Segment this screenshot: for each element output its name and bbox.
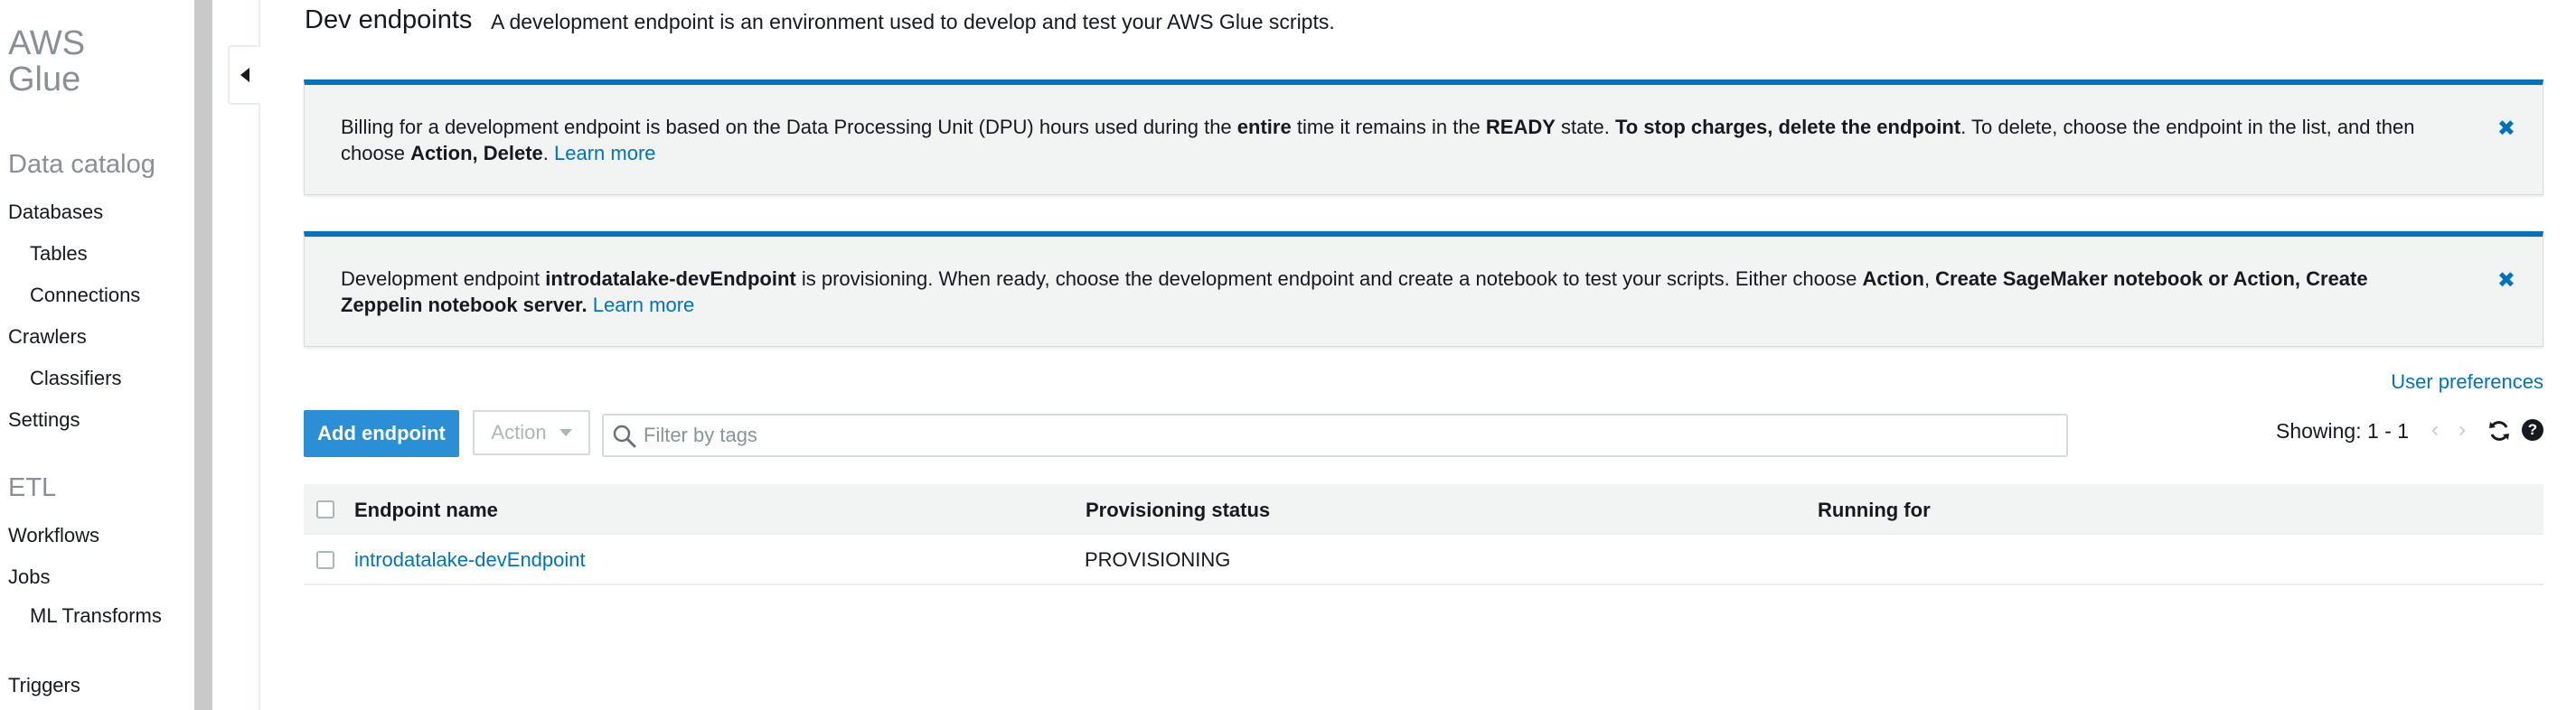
- collapse-sidebar-button[interactable]: [228, 45, 260, 105]
- row-checkbox[interactable]: [316, 551, 334, 569]
- aws-glue-logo[interactable]: AWS Glue: [8, 25, 85, 98]
- brand-line-1: AWS: [8, 24, 86, 62]
- column-header-provisioning-status[interactable]: Provisioning status: [1086, 499, 1270, 522]
- search-icon: [613, 425, 636, 448]
- section-title-etl: ETL: [8, 473, 57, 502]
- alert-text-bold: Action: [1862, 267, 1924, 290]
- alert-text-bold: Action, Delete: [410, 142, 543, 164]
- alert-text-part: ,: [1923, 267, 1936, 290]
- section-title-data-catalog: Data catalog: [8, 150, 155, 179]
- sidebar-item-triggers[interactable]: Triggers: [8, 674, 80, 697]
- refresh-icon[interactable]: [2487, 419, 2511, 443]
- help-icon[interactable]: ?: [2522, 419, 2543, 441]
- sidebar-item-classifiers[interactable]: Classifiers: [30, 367, 121, 390]
- alert-text-part: .: [542, 142, 554, 164]
- alert-text-part: Billing for a development endpoint is ba…: [341, 116, 1237, 138]
- sidebar-item-databases[interactable]: Databases: [8, 201, 103, 224]
- billing-alert-text: Billing for a development endpoint is ba…: [341, 114, 2420, 166]
- pagination-showing-text: Showing: 1 - 1: [2276, 419, 2410, 443]
- table-header: Endpoint name Provisioning status Runnin…: [304, 484, 2543, 535]
- provisioning-status-cell: PROVISIONING: [1085, 548, 1231, 571]
- alert-text-part: time it remains in the: [1291, 116, 1486, 138]
- billing-learn-more-link[interactable]: Learn more: [554, 142, 656, 164]
- sidebar-item-ml-transforms[interactable]: ML Transforms: [30, 603, 165, 629]
- sidebar-item-jobs[interactable]: Jobs: [8, 565, 50, 589]
- alert-text-part: Development endpoint: [341, 267, 546, 290]
- brand-line-2: Glue: [8, 61, 81, 98]
- action-dropdown-button[interactable]: Action: [473, 410, 590, 455]
- user-preferences-link[interactable]: User preferences: [2391, 370, 2543, 394]
- alert-text-part: is provisioning. When ready, choose the …: [795, 267, 1863, 290]
- action-label: Action: [491, 421, 547, 444]
- endpoints-table: Endpoint name Provisioning status Runnin…: [304, 484, 2543, 585]
- endpoint-name-link[interactable]: introdatalake-devEndpoint: [354, 548, 586, 572]
- close-icon[interactable]: ✖: [2497, 267, 2515, 294]
- sidebar-item-connections[interactable]: Connections: [30, 284, 140, 307]
- alert-text-bold: entire: [1236, 116, 1292, 138]
- sidebar-scrollbar[interactable]: [194, 0, 212, 710]
- alert-text-bold: READY: [1485, 116, 1556, 138]
- sidebar-item-workflows[interactable]: Workflows: [8, 524, 99, 547]
- close-icon[interactable]: ✖: [2497, 116, 2515, 142]
- alert-text-bold: introdatalake-devEndpoint: [545, 267, 796, 290]
- next-page-button[interactable]: ›: [2458, 417, 2466, 443]
- content-gutter: [212, 0, 260, 710]
- alert-text-bold: To stop charges, delete the endpoint: [1614, 116, 1961, 138]
- column-header-endpoint-name[interactable]: Endpoint name: [354, 499, 498, 522]
- column-header-running-for[interactable]: Running for: [1818, 499, 1931, 522]
- sidebar-item-settings[interactable]: Settings: [8, 408, 80, 432]
- alert-text-part: state.: [1555, 116, 1615, 138]
- page-description: A development endpoint is an environment…: [491, 10, 1335, 33]
- provisioning-info-alert: Development endpoint introdatalake-devEn…: [304, 231, 2543, 347]
- caret-left-icon: [240, 68, 249, 82]
- billing-info-alert: Billing for a development endpoint is ba…: [304, 79, 2543, 195]
- search-input[interactable]: [644, 416, 2054, 455]
- provisioning-alert-text: Development endpoint introdatalake-devEn…: [341, 266, 2420, 318]
- previous-page-button[interactable]: ‹: [2431, 417, 2439, 443]
- sidebar: AWS Glue Data catalog Databases Tables C…: [0, 0, 194, 710]
- sidebar-item-tables[interactable]: Tables: [30, 242, 88, 266]
- chevron-down-icon: [559, 429, 572, 436]
- select-all-checkbox[interactable]: [316, 500, 334, 518]
- table-row[interactable]: introdatalake-devEndpoint PROVISIONING: [304, 535, 2543, 585]
- page-title: Dev endpoints: [305, 5, 473, 34]
- provisioning-learn-more-link[interactable]: Learn more: [593, 294, 695, 316]
- add-endpoint-button[interactable]: Add endpoint: [304, 410, 459, 457]
- sidebar-item-crawlers[interactable]: Crawlers: [8, 325, 87, 349]
- filter-by-tags: [602, 414, 2068, 457]
